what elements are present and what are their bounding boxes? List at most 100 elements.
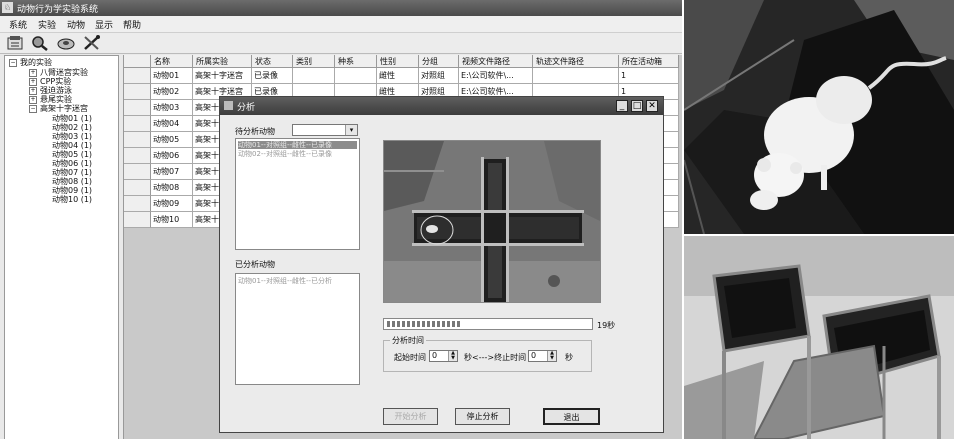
grid-column-header[interactable]: 性别: [377, 55, 419, 68]
start-time-label: 起始时间: [394, 353, 426, 362]
table-cell[interactable]: 动物09: [151, 196, 193, 212]
tools-icon[interactable]: [82, 35, 102, 51]
spinner-arrows-icon[interactable]: ▲ ▼: [547, 351, 556, 361]
table-cell[interactable]: 动物06: [151, 148, 193, 164]
table-cell[interactable]: 动物01: [151, 68, 193, 84]
grid-column-header[interactable]: 名称: [151, 55, 193, 68]
maximize-icon[interactable]: □: [631, 100, 643, 112]
grid-column-header[interactable]: 视频文件路径: [459, 55, 533, 68]
table-cell[interactable]: 动物05: [151, 132, 193, 148]
table-cell[interactable]: [293, 68, 335, 84]
progress-segment: [422, 321, 425, 327]
new-experiment-icon[interactable]: [6, 35, 26, 51]
table-cell[interactable]: 动物03: [151, 100, 193, 116]
list-item[interactable]: 动物02--对照组--雌性--已录像: [238, 150, 332, 158]
table-cell[interactable]: 对照组: [419, 68, 459, 84]
list-item[interactable]: 动物01--对照组--雌性--已分析: [238, 277, 332, 285]
done-animals-list[interactable]: 动物01--对照组--雌性--已分析: [235, 273, 360, 385]
minimize-icon[interactable]: _: [616, 100, 628, 112]
progress-segment: [447, 321, 450, 327]
tree-root[interactable]: − 我的实验: [9, 58, 52, 68]
expand-icon[interactable]: +: [29, 69, 37, 77]
end-time-spinner[interactable]: 0 ▲ ▼: [528, 350, 557, 362]
progress-segment: [417, 321, 420, 327]
toolbar: [0, 33, 682, 54]
grid-column-header[interactable]: 分组: [419, 55, 459, 68]
expand-icon[interactable]: +: [29, 87, 37, 95]
row-header[interactable]: [124, 116, 151, 132]
analysis-progress-bar: [383, 318, 593, 330]
start-analysis-button[interactable]: 开始分析: [383, 408, 438, 425]
menu-experiment[interactable]: 实验: [38, 18, 56, 31]
grid-column-header[interactable]: 轨迹文件路径: [533, 55, 619, 68]
chevron-down-icon[interactable]: ▾: [345, 125, 357, 135]
grid-column-header[interactable]: 类别: [293, 55, 335, 68]
analysis-time-title: 分析时间: [390, 335, 426, 346]
collapse-icon[interactable]: −: [9, 59, 17, 67]
menu-system[interactable]: 系统: [9, 18, 27, 31]
table-cell[interactable]: E:\公司软件\...: [459, 68, 533, 84]
grid-column-header[interactable]: 种系: [335, 55, 377, 68]
elevated-plus-maze-photo: [684, 236, 954, 439]
menu-help[interactable]: 帮助: [123, 18, 141, 31]
app-title: 动物行为学实验系统: [17, 5, 99, 15]
table-cell[interactable]: 已录像: [252, 68, 293, 84]
start-time-spinner[interactable]: 0 ▲ ▼: [429, 350, 458, 362]
menu-display[interactable]: 显示: [95, 18, 113, 31]
table-cell[interactable]: 动物02: [151, 84, 193, 100]
row-header[interactable]: [124, 196, 151, 212]
progress-seconds: 19秒: [597, 321, 616, 330]
list-item[interactable]: 动物01--对照组--雌性--已录像: [238, 141, 357, 149]
menu-animal[interactable]: 动物: [67, 18, 85, 31]
table-cell[interactable]: 动物08: [151, 180, 193, 196]
pending-animals-select[interactable]: ▾: [292, 124, 358, 136]
app-icon: ♘: [2, 2, 13, 13]
table-cell[interactable]: 动物10: [151, 212, 193, 228]
expand-icon[interactable]: +: [29, 96, 37, 104]
table-cell[interactable]: [335, 68, 377, 84]
expand-icon[interactable]: +: [29, 78, 37, 86]
experiment-tree[interactable]: − 我的实验 + 八臂迷宫实验 + CPP实验 + 强迫游泳 + 悬尾实验 − 高架十字迷宫…: [4, 55, 119, 439]
table-cell[interactable]: 动物07: [151, 164, 193, 180]
row-header[interactable]: [124, 164, 151, 180]
row-header[interactable]: [124, 68, 151, 84]
progress-segment: [442, 321, 445, 327]
menu-bar: 系统 实验 动物 显示 帮助: [0, 16, 682, 33]
pending-animals-list[interactable]: 动物01--对照组--雌性--已录像 动物02--对照组--雌性--已录像: [235, 138, 360, 250]
row-header[interactable]: [124, 132, 151, 148]
table-cell[interactable]: 动物04: [151, 116, 193, 132]
progress-segment: [452, 321, 455, 327]
tree-item-experiment[interactable]: − 高架十字迷宫: [29, 104, 88, 114]
grid-column-header[interactable]: 状态: [252, 55, 293, 68]
disc-icon[interactable]: [56, 35, 76, 51]
progress-segment: [412, 321, 415, 327]
spinner-arrows-icon[interactable]: ▲ ▼: [448, 351, 457, 361]
table-cell[interactable]: 1: [619, 68, 679, 84]
progress-segment: [427, 321, 430, 327]
search-icon[interactable]: [30, 35, 50, 51]
exit-button[interactable]: 退出: [543, 408, 600, 425]
row-header[interactable]: [124, 212, 151, 228]
progress-segment: [437, 321, 440, 327]
analysis-dialog: 分析 _ □ ✕ 待分析动物 ▾ 动物01--对照组--雌性--已录像 动物02…: [219, 96, 664, 433]
pending-animals-label: 待分析动物: [235, 127, 275, 136]
dialog-title-bar: 分析 _ □ ✕: [220, 97, 663, 115]
row-header[interactable]: [124, 84, 151, 100]
tree-item-animal[interactable]: 动物10 (1): [52, 195, 92, 205]
progress-segment: [397, 321, 400, 327]
row-header[interactable]: [124, 180, 151, 196]
table-cell[interactable]: 雌性: [377, 68, 419, 84]
collapse-icon[interactable]: −: [29, 105, 37, 113]
progress-segment: [457, 321, 460, 327]
analysis-time-group: 分析时间 起始时间 0 ▲ ▼ 秒<--->终止时间 0 ▲ ▼ 秒: [383, 335, 592, 372]
grid-column-header[interactable]: 所属实验: [193, 55, 252, 68]
rat-on-maze-photo: [684, 0, 954, 234]
row-header[interactable]: [124, 100, 151, 116]
close-icon[interactable]: ✕: [646, 100, 658, 112]
stop-analysis-button[interactable]: 停止分析: [455, 408, 510, 425]
row-header[interactable]: [124, 148, 151, 164]
table-cell[interactable]: 高架十字迷宫: [193, 68, 252, 84]
grid-column-header[interactable]: 所在活动箱: [619, 55, 679, 68]
video-preview: [383, 140, 601, 303]
table-cell[interactable]: [533, 68, 619, 84]
